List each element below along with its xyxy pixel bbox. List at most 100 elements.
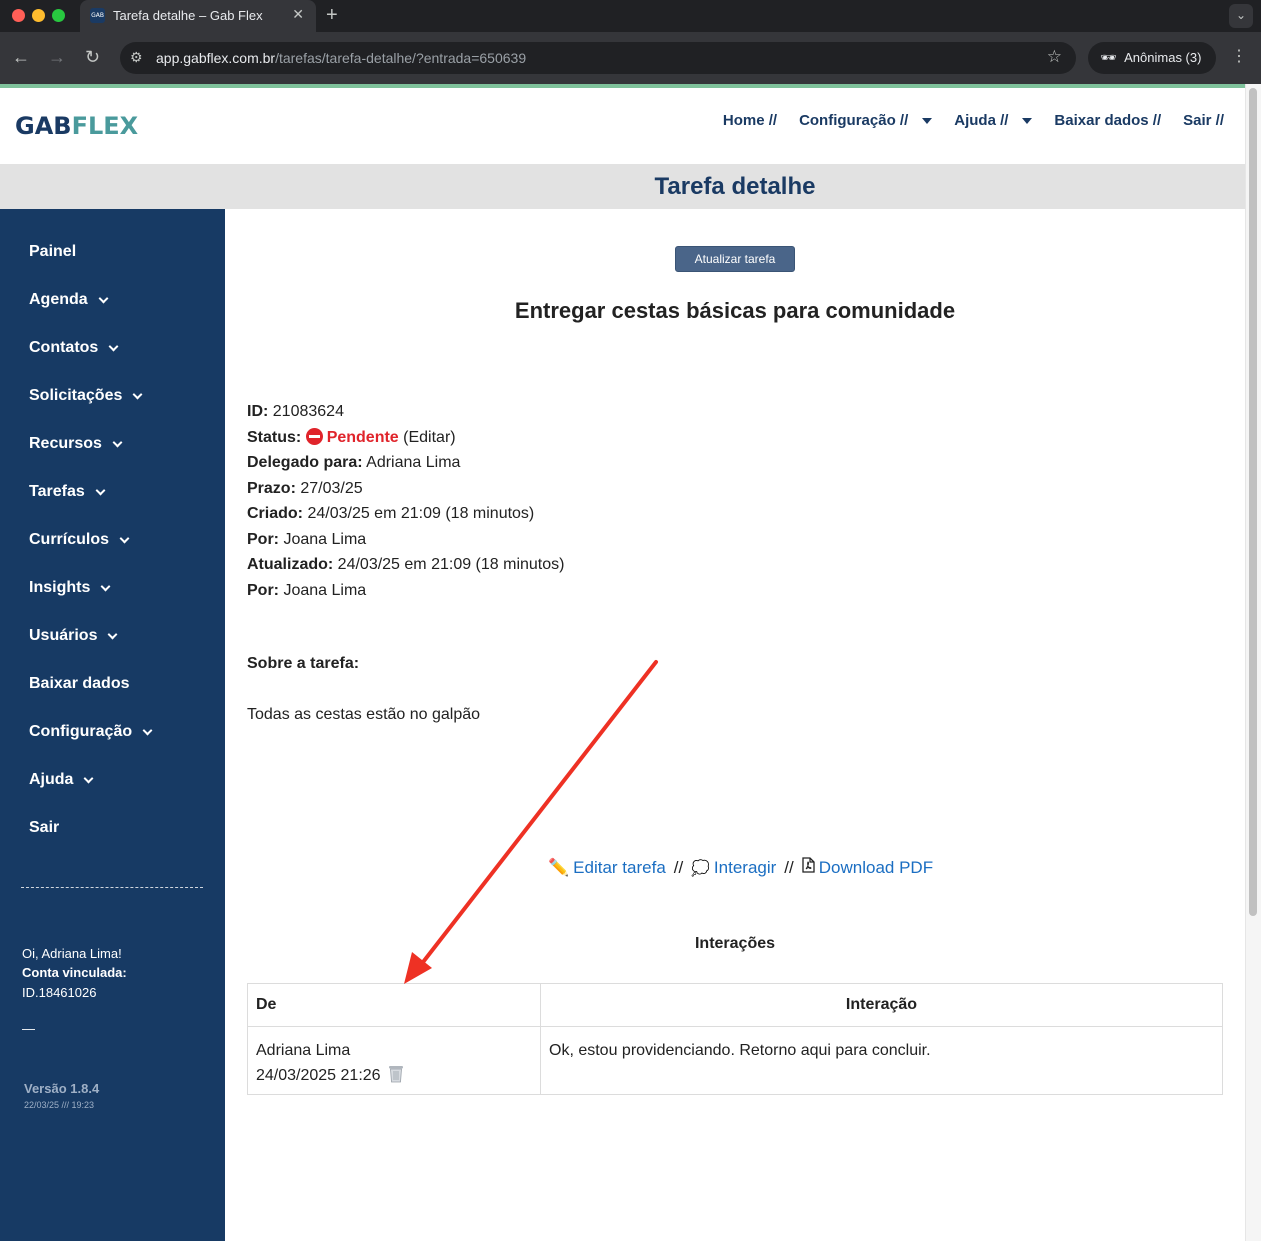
sidebar-item-painel[interactable]: Painel xyxy=(29,243,76,261)
nav-configuracao[interactable]: Configuração // xyxy=(799,112,933,129)
separator: // xyxy=(673,857,684,877)
column-header-from: De xyxy=(247,983,541,1027)
nav-download-label: Baixar dados // xyxy=(1054,112,1162,129)
sidebar-item-label: Insights xyxy=(29,579,91,596)
nav-sair[interactable]: Sair // xyxy=(1183,112,1224,129)
trash-icon[interactable] xyxy=(387,1064,404,1083)
sidebar-item-contatos[interactable]: Contatos xyxy=(29,339,119,357)
minimize-window-button[interactable] xyxy=(32,9,45,22)
task-created-by-label: Por: xyxy=(247,530,279,548)
back-arrow-icon[interactable]: ← xyxy=(12,47,30,68)
sidebar-item-ajuda[interactable]: Ajuda xyxy=(29,771,94,789)
task-updated-by-value: Joana Lima xyxy=(283,581,367,599)
separator: // xyxy=(784,857,794,877)
nav-home-label: Home // xyxy=(722,112,778,129)
caret-down-icon xyxy=(1022,117,1033,124)
nav-home[interactable]: Home // xyxy=(723,112,777,129)
column-header-interaction: Interação xyxy=(540,983,1223,1027)
site-settings-icon[interactable]: ⚙ xyxy=(130,49,143,66)
interaction-author: Adriana Lima xyxy=(256,1042,351,1059)
chevron-down-icon xyxy=(132,389,143,399)
task-updated-by-row: Por: Joana Lima xyxy=(247,578,564,604)
nav-config-label: Configuração // xyxy=(799,112,909,129)
sidebar-item-configuracao[interactable]: Configuração xyxy=(29,723,153,741)
url-text[interactable]: app.gabflex.com.br/tarefas/tarefa-detalh… xyxy=(156,50,526,66)
interactions-table: De Interação Adriana Lima 24/03/2025 21:… xyxy=(247,983,1223,1095)
tab-title: Tarefa detalhe – Gab Flex xyxy=(113,8,263,23)
nav-baixar-dados[interactable]: Baixar dados // xyxy=(1054,112,1161,129)
logo-part-flex: FLEX xyxy=(71,112,139,140)
sidebar-item-sair[interactable]: Sair xyxy=(29,819,59,837)
new-tab-icon[interactable]: + xyxy=(326,4,338,27)
sidebar-item-agenda[interactable]: Agenda xyxy=(29,291,109,309)
download-pdf-link[interactable]: Download PDF xyxy=(819,858,933,878)
close-window-button[interactable] xyxy=(12,9,25,22)
user-greeting: Oi, Adriana Lima! xyxy=(22,946,122,961)
favicon-icon: GAB xyxy=(90,8,105,23)
interaction-from-cell: Adriana Lima 24/03/2025 21:26 xyxy=(247,1026,541,1095)
interaction-date: 24/03/2025 21:26 xyxy=(256,1067,381,1084)
chevron-down-icon xyxy=(100,581,111,591)
browser-tab[interactable]: GAB Tarefa detalhe – Gab Flex ✕ xyxy=(80,0,316,32)
chevron-down-icon xyxy=(142,725,153,735)
chevron-down-icon xyxy=(95,485,106,495)
no-entry-icon xyxy=(305,427,323,445)
task-id-row: ID: 21083624 xyxy=(247,399,564,425)
browser-menu-icon[interactable]: ⋮ xyxy=(1231,46,1247,66)
incognito-profile-button[interactable]: 🕶 Anônimas (3) xyxy=(1088,42,1216,74)
task-details: ID: 21083624 Status: Pendente (Editar) D… xyxy=(247,399,564,603)
forward-arrow-icon[interactable]: → xyxy=(48,47,66,68)
interact-link[interactable]: Interagir xyxy=(714,858,776,878)
chevron-down-icon xyxy=(112,437,123,447)
interactions-title: Interações xyxy=(694,935,776,952)
task-deadline-row: Prazo: 27/03/25 xyxy=(247,476,564,502)
nav-logout-label: Sair // xyxy=(1183,112,1224,129)
close-icon[interactable]: ✕ xyxy=(292,6,304,23)
page-title: Tarefa detalhe xyxy=(654,173,816,200)
task-id-label: ID: xyxy=(247,403,269,420)
chevron-down-icon xyxy=(108,341,119,351)
about-task-text: Todas as cestas estão no galpão xyxy=(247,706,481,723)
nav-ajuda[interactable]: Ajuda // xyxy=(954,112,1033,129)
sidebar-item-baixar-dados[interactable]: Baixar dados xyxy=(29,675,129,693)
maximize-window-button[interactable] xyxy=(52,9,65,22)
browser-toolbar: ← → ↻ ⚙ app.gabflex.com.br/tarefas/taref… xyxy=(0,32,1261,84)
sidebar-item-label: Sair xyxy=(29,819,60,836)
chevron-down-icon[interactable]: ⌄ xyxy=(1229,4,1253,28)
update-task-button[interactable]: Atualizar tarefa xyxy=(675,246,795,272)
sidebar: Painel Agenda Contatos Solicitações Recu… xyxy=(0,209,225,1241)
sidebar-item-solicitacoes[interactable]: Solicitações xyxy=(29,387,143,405)
interaction-date-row: 24/03/2025 21:26 xyxy=(256,1063,532,1088)
task-delegated-label: Delegado para: xyxy=(247,454,363,471)
nav-help-label: Ajuda // xyxy=(954,112,1009,129)
sidebar-item-label: Solicitações xyxy=(29,387,123,404)
sidebar-dash: — xyxy=(22,1021,35,1036)
status-edit-link[interactable]: (Editar) xyxy=(403,429,455,446)
edit-task-link[interactable]: Editar tarefa xyxy=(573,858,666,878)
bookmark-star-icon[interactable]: ☆ xyxy=(1047,47,1062,67)
pencil-icon: ✏️ xyxy=(548,857,570,877)
linked-account-label: Conta vinculada: xyxy=(22,965,127,980)
reload-icon[interactable]: ↻ xyxy=(85,47,100,68)
browser-tab-strip: GAB Tarefa detalhe – Gab Flex ✕ + ⌄ xyxy=(0,0,1261,32)
task-deadline-label: Prazo: xyxy=(247,479,296,497)
sidebar-item-recursos[interactable]: Recursos xyxy=(29,435,123,453)
chevron-down-icon xyxy=(119,533,130,543)
address-bar[interactable]: ⚙ app.gabflex.com.br/tarefas/tarefa-deta… xyxy=(120,42,1076,74)
sidebar-item-insights[interactable]: Insights xyxy=(29,579,111,597)
task-created-label: Criado: xyxy=(247,505,303,522)
sidebar-item-usuarios[interactable]: Usuários xyxy=(29,627,118,645)
scrollbar-thumb[interactable] xyxy=(1249,88,1257,916)
sidebar-item-label: Painel xyxy=(29,243,77,260)
sidebar-item-tarefas[interactable]: Tarefas xyxy=(29,483,106,501)
gabflex-logo[interactable]: GABFLEX xyxy=(15,112,138,140)
sidebar-item-label: Usuários xyxy=(29,627,98,644)
sidebar-item-label: Agenda xyxy=(29,291,88,308)
task-status-label: Status: xyxy=(247,428,302,446)
page-title-bar: Tarefa detalhe xyxy=(0,164,1245,209)
sidebar-item-label: Ajuda xyxy=(29,771,74,788)
sidebar-item-curriculos[interactable]: Currículos xyxy=(29,531,130,549)
app-version: Versão 1.8.4 xyxy=(24,1081,100,1096)
status-badge: Pendente xyxy=(326,428,399,446)
logo-part-gab: GAB xyxy=(15,112,72,140)
